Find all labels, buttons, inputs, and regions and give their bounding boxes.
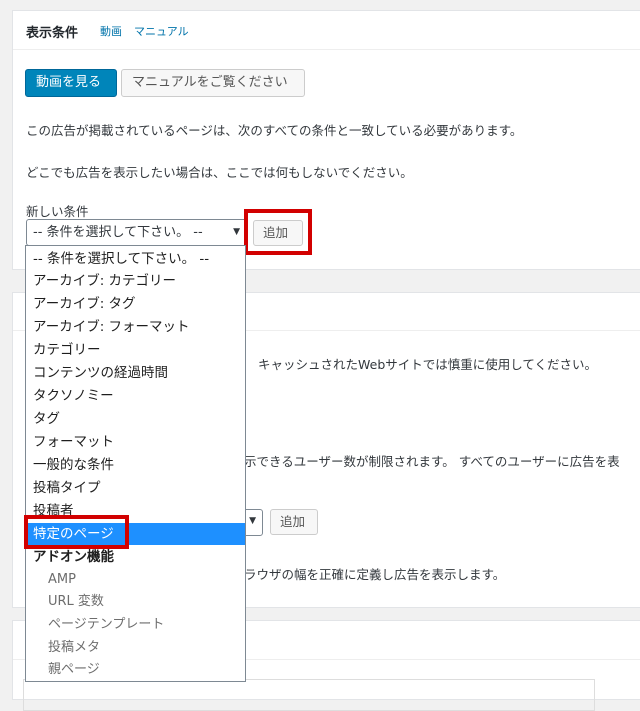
user-limit-text: 示できるユーザー数が制限されます。 すべてのユーザーに広告を表 [244,454,620,469]
display-conditions-panel: 表示条件 動画 マニュアル 動画を見る マニュアルをご覧ください この広告が掲載… [12,10,640,270]
panel-title: 表示条件 [26,26,79,41]
new-condition-label: 新しい条件 [26,204,89,219]
browser-width-text: ラウザの幅を正確に定義し広告を表示します。 [244,567,506,582]
view-manual-button[interactable]: マニュアルをご覧ください [121,69,305,97]
panel-header: 表示条件 動画 マニュアル [13,11,640,50]
add-button-2[interactable]: 追加 [270,509,318,535]
dropdown-arrow-icon: ▼ [249,516,256,526]
dropdown-sub-option[interactable]: 親ページ [26,659,245,681]
inner-box [23,679,595,711]
cache-warning-text: キャッシュされたWebサイトでは慎重に使用してください。 [258,357,598,372]
add-condition-button[interactable]: 追加 [253,220,303,246]
dropdown-group-label: アドオン機能 [33,549,114,565]
dropdown-option[interactable]: 一般的な条件 [26,454,245,476]
dropdown-option[interactable]: 投稿者 [26,500,245,522]
description-text-2: どこでも広告を表示したい場合は、ここでは何もしないでください。 [26,165,413,180]
condition-select[interactable]: -- 条件を選択して下さい。 -- ▼ [26,219,247,246]
dropdown-arrow-icon: ▼ [233,227,240,237]
dropdown-option[interactable]: コンテンツの経過時間 [26,362,245,384]
dropdown-sub-option[interactable]: ページテンプレート [26,614,245,636]
dropdown-option-selected[interactable]: 特定のページ [26,523,245,545]
dropdown-option[interactable]: タクソノミー [26,385,245,407]
dropdown-option[interactable]: フォーマット [26,431,245,453]
manual-link[interactable]: マニュアル [134,23,189,39]
dropdown-option[interactable]: カテゴリー [26,339,245,361]
dropdown-option[interactable]: -- 条件を選択して下さい。 -- [26,248,245,270]
watch-video-button[interactable]: 動画を見る [25,69,117,97]
video-link[interactable]: 動画 [100,23,122,39]
dropdown-option[interactable]: アーカイブ: カテゴリー [26,270,245,292]
dropdown-sub-option[interactable]: 投稿メタ [26,637,245,659]
dropdown-option[interactable]: 投稿タイプ [26,477,245,499]
condition-dropdown-list[interactable]: -- 条件を選択して下さい。 -- アーカイブ: カテゴリー アーカイブ: タグ… [25,245,246,682]
dropdown-option[interactable]: アーカイブ: タグ [26,293,245,315]
condition-select-value: -- 条件を選択して下さい。 -- [33,225,203,240]
description-text: この広告が掲載されているページは、次のすべての条件と一致している必要があります。 [26,123,523,138]
dropdown-sub-option[interactable]: URL 変数 [26,591,245,613]
dropdown-option[interactable]: アーカイブ: フォーマット [26,316,245,338]
dropdown-option[interactable]: タグ [26,408,245,430]
dropdown-sub-option[interactable]: AMP [26,569,245,591]
